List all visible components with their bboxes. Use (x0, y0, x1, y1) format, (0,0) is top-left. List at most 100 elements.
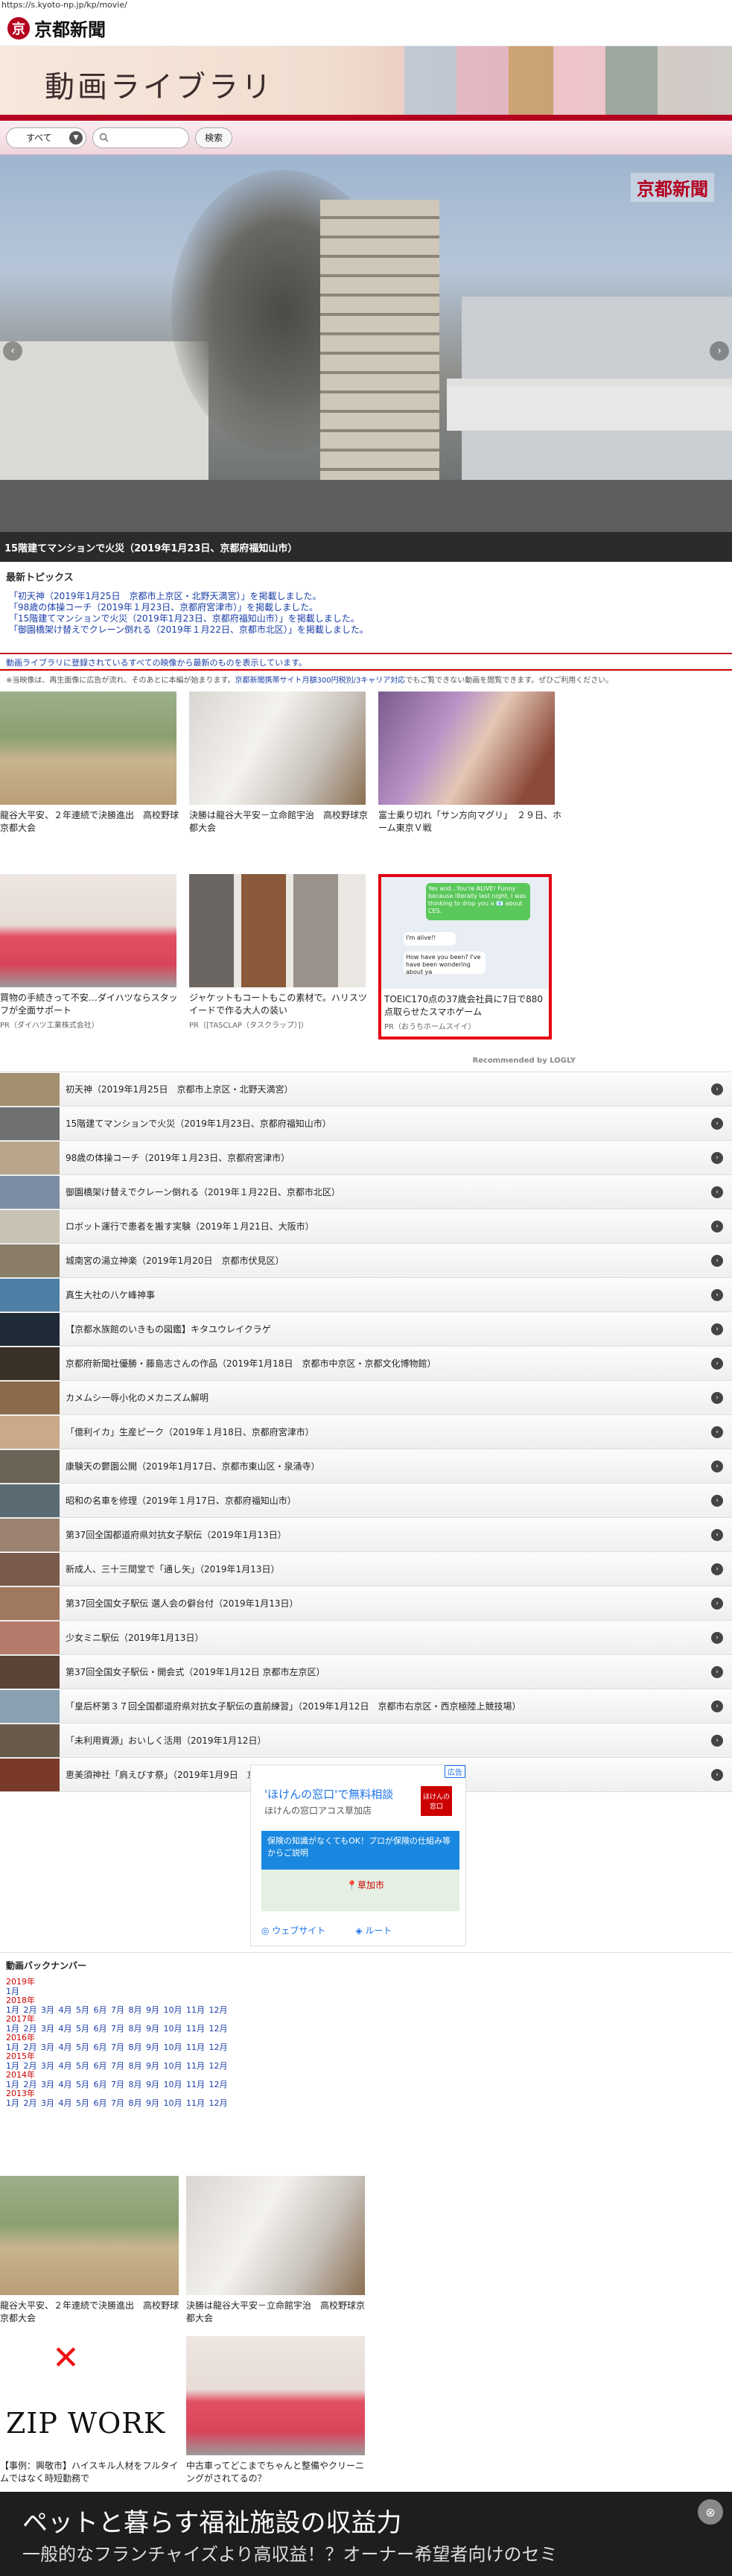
article-card[interactable]: 龍谷大平安、２年連続で決勝進出 高校野球京都大会 (0, 692, 188, 874)
hero-caption[interactable]: 15階建てマンションで火災（2019年1月23日、京都府福知山市） (0, 532, 732, 562)
video-title: 第37回全国女子駅伝 選人会の僻台付（2019年1月13日） (66, 1598, 299, 1609)
card-caption: 中古車ってどこまでちゃんと整備やクリーニングがされてるの？ (186, 2461, 365, 2484)
video-list-item[interactable]: 第37回全国都道府県対抗女子駅伝（2019年1月13日） › (0, 1518, 732, 1552)
month-links[interactable]: 1月 2月 3月 4月 5月 6月 7月 8月 9月 10月 11月 12月 (0, 2080, 732, 2089)
video-title: 京都府新聞社優勝・藤島志さんの作品（2019年1月18日 京都市中京区・京都文化… (66, 1358, 436, 1369)
mobile-site-link[interactable]: 京都新聞携帯サイト月額300円税別/3キャリア対応 (235, 677, 405, 685)
ad-website-link[interactable]: ◎ ウェブサイト (261, 1924, 325, 1937)
slider-prev-button[interactable]: ‹ (3, 341, 22, 361)
video-title: 城南宮の湯立神楽（2019年1月20日 京都市伏見区） (66, 1256, 284, 1266)
category-select-value: すべて (26, 133, 52, 143)
video-list-item[interactable]: 【京都水族館のいきもの図鑑】キタユウレイクラゲ › (0, 1312, 732, 1346)
year-label: 2017年 (6, 2014, 35, 2024)
ad-body[interactable]: 保険の知識がなくてもOK！プロが保険の仕組み等からご説明 (261, 1831, 459, 1870)
ad-actions: ◎ ウェブサイト ◈ ルート (261, 1918, 459, 1942)
video-title: 98歳の体操コーチ（2019年１月23日、京都府宮津市） (66, 1153, 290, 1163)
ad-logo[interactable]: ほけんの窓口 (421, 1786, 452, 1816)
topic-link[interactable]: 「御園橋架け替えでクレーン倒れる（2019年１月22日、京都市北区）」を掲載しま… (6, 624, 726, 636)
year-label: 2019年 (6, 1977, 35, 1987)
year-label: 2013年 (6, 2089, 35, 2098)
sponsored-card[interactable]: ジャケットもコートもこの素材で。ハリスツイードで作る大人の装い PR（[TASC… (189, 874, 378, 1057)
video-title: 御園橋架け替えでクレーン倒れる（2019年１月22日、京都市北区） (66, 1187, 340, 1197)
article-card[interactable]: 決勝は龍谷大平安－立命館宇治 高校野球京都大会 (189, 692, 378, 874)
brand-logo-icon[interactable]: 京 (7, 16, 30, 39)
map-pin-icon: 📍草加市 (346, 1880, 384, 1890)
video-title: 康験天の鬱園公開（2019年1月17日、京都市東山区・泉涌寺） (66, 1461, 320, 1472)
month-links[interactable]: 1月 (0, 1987, 732, 1996)
chevron-right-icon: › (711, 1734, 723, 1747)
video-list-item[interactable]: 第37回全国女子駅伝・開会式（2019年1月12日 京都市左京区） › (0, 1655, 732, 1689)
ad-notice-tail: でもご覧できない動画を閲覧できます。ぜひご利用ください。 (405, 677, 614, 685)
bottom-banner-ad[interactable]: ペットと暮らす福祉施設の収益力 一般的なフランチャイズより高収益！？オーナー希望… (0, 2492, 732, 2576)
ad-route-link[interactable]: ◈ ルート (355, 1924, 392, 1937)
video-list-item[interactable]: 昭和の名車を修理（2019年１月17日、京都府福知山市） › (0, 1484, 732, 1518)
card-thumbnail: ✕ ZIP WORK (0, 2336, 179, 2455)
video-list-item[interactable]: 康験天の鬱園公開（2019年1月17日、京都市東山区・泉涌寺） › (0, 1449, 732, 1484)
hero-slider[interactable]: 京都新聞 ‹ › 15階建てマンションで火災（2019年1月23日、京都府福知山… (0, 155, 732, 562)
ad-label[interactable]: 広告 (445, 1765, 465, 1778)
sponsored-card[interactable]: ✕ ZIP WORK 【事例：興敬市】ハイスキル人材をフルタイムではなく時短勤務… (0, 2336, 182, 2485)
slider-next-button[interactable]: › (710, 341, 729, 361)
video-list-item[interactable]: 第37回全国女子駅伝 選人会の僻台付（2019年1月13日） › (0, 1586, 732, 1621)
video-thumbnail (0, 1724, 60, 1757)
chevron-right-icon: › (711, 1083, 723, 1095)
month-links[interactable]: 1月 2月 3月 4月 5月 6月 7月 8月 9月 10月 11月 12月 (0, 2005, 732, 2015)
video-list-item[interactable]: 京都府新聞社優勝・藤島志さんの作品（2019年1月18日 京都市中京区・京都文化… (0, 1346, 732, 1381)
ad-subtitle: ほけんの窓口アコス草加店 (264, 1806, 372, 1816)
video-list-item[interactable]: 98歳の体操コーチ（2019年１月23日、京都府宮津市） › (0, 1141, 732, 1175)
topic-link[interactable]: 「初天神（2019年1月25日 京都市上京区・北野天満宮）」を掲載しました。 (6, 591, 726, 602)
card-caption: 決勝は龍谷大平安－立命館宇治 高校野球京都大会 (189, 810, 369, 833)
sponsored-card[interactable]: 中古車ってどこまでちゃんと整備やクリーニングがされてるの？ (186, 2336, 369, 2485)
video-title: カメムシ一辱小化のメカニズム解明 (66, 1393, 209, 1403)
video-list-item[interactable]: 新成人、三十三間堂で「通し矢」（2019年1月13日） › (0, 1552, 732, 1586)
section-title: 動画ライブラリ (45, 70, 274, 104)
search-box[interactable] (92, 127, 189, 148)
video-list-item[interactable]: 15階建てマンションで火災（2019年1月23日、京都府福知山市） › (0, 1107, 732, 1141)
video-title: 少女ミニ駅伝（2019年1月13日） (66, 1633, 204, 1643)
video-list-item[interactable]: 初天神（2019年1月25日 京都市上京区・北野天満宮） › (0, 1072, 732, 1107)
video-thumbnail (0, 1758, 60, 1791)
month-links[interactable]: 1月 2月 3月 4月 5月 6月 7月 8月 9月 10月 11月 12月 (0, 2042, 732, 2052)
card-caption: ジャケットもコートもこの素材で。ハリスツイードで作る大人の装い (189, 993, 367, 1016)
video-list-item[interactable]: 「皇后杯第３７回全国都道府県対抗女子駅伝の直前練習」（2019年1月12日 京都… (0, 1689, 732, 1724)
url-bar: https://s.kyoto-np.jp/kp/movie/ (1, 0, 127, 10)
ad-headline[interactable]: 'ほけんの窓口'で無料相談 (264, 1786, 393, 1802)
video-title: ロボット運行で患者を搬す実験（2019年１月21日、大阪市） (66, 1221, 314, 1232)
video-list-item[interactable]: 「未利用資源」おいしく活用（2019年1月12日） › (0, 1724, 732, 1758)
search-input[interactable] (112, 132, 186, 143)
article-card[interactable]: 富士乗り切れ「サン方向マグリ」 ２９日、ホーム東京Ｖ戦 (378, 692, 567, 874)
close-icon[interactable]: ⊗ (698, 2499, 723, 2525)
page: https://s.kyoto-np.jp/kp/movie/ 京 京都新聞 動… (0, 0, 732, 2576)
recommended-by[interactable]: Recommended by LOGLY (0, 1057, 732, 1072)
video-list: 初天神（2019年1月25日 京都市上京区・北野天満宮） › 15階建てマンション… (0, 1072, 732, 1792)
article-card[interactable]: 決勝は龍谷大平安－立命館宇治 高校野球京都大会 (186, 2176, 369, 2325)
video-list-item[interactable]: 御園橋架け替えでクレーン倒れる（2019年１月22日、京都市北区） › (0, 1175, 732, 1209)
topic-link[interactable]: 「15階建てマンションで火災（2019年1月23日、京都府福知山市）」を掲載しま… (6, 613, 726, 624)
video-list-item[interactable]: カメムシ一辱小化のメカニズム解明 › (0, 1381, 732, 1415)
recommended-grid: 龍谷大平安、２年連続で決勝進出 高校野球京都大会 決勝は龍谷大平安－立命館宇治 … (0, 692, 732, 1057)
video-list-item[interactable]: 少女ミニ駅伝（2019年1月13日） › (0, 1621, 732, 1655)
chevron-right-icon: › (711, 1254, 723, 1267)
article-card[interactable]: 龍谷大平安、２年連続で決勝進出 高校野球京都大会 (0, 2176, 182, 2325)
month-links[interactable]: 1月 2月 3月 4月 5月 6月 7月 8月 9月 10月 11月 12月 (0, 2098, 732, 2108)
sponsored-card[interactable]: 買物の手続きって不安…ダイハツならスタッフが全面サポート PR（ダイハツ工業株式… (0, 874, 188, 1057)
video-thumbnail (0, 1312, 60, 1346)
video-title: 昭和の名車を修理（2019年１月17日、京都府福知山市） (66, 1496, 296, 1506)
video-list-item[interactable]: ロボット運行で患者を搬す実験（2019年１月21日、大阪市） › (0, 1209, 732, 1244)
sponsored-card[interactable]: Yes and...You're ALIVE! Funny because li… (378, 874, 552, 1039)
google-ad[interactable]: 広告 'ほけんの窓口'で無料相談 ほけんの窓口アコス草加店 ほけんの窓口 保険の… (250, 1765, 466, 1946)
chevron-right-icon: › (711, 1563, 723, 1575)
video-list-item[interactable]: 真生大社の八ケ峰神事 › (0, 1278, 732, 1312)
month-links[interactable]: 1月 2月 3月 4月 5月 6月 7月 8月 9月 10月 11月 12月 (0, 2061, 732, 2071)
search-button[interactable]: 検索 (195, 127, 233, 148)
topic-link[interactable]: 「98歳の体操コーチ（2019年１月23日、京都府宮津市）」を掲載しました。 (6, 602, 726, 613)
video-list-item[interactable]: 城南宮の湯立神楽（2019年1月20日 京都市伏見区） › (0, 1244, 732, 1278)
video-thumbnail (0, 1278, 60, 1311)
video-list-item[interactable]: 「億利イカ」生産ピーク（2019年１月18日、京都府宮津市） › (0, 1415, 732, 1449)
video-title: 「億利イカ」生産ピーク（2019年１月18日、京都府宮津市） (66, 1427, 314, 1437)
chevron-right-icon: › (711, 1391, 723, 1404)
brand-name[interactable]: 京都新聞 (34, 15, 106, 41)
month-links[interactable]: 1月 2月 3月 4月 5月 6月 7月 8月 9月 10月 11月 12月 (0, 2024, 732, 2034)
category-select[interactable]: すべて ▼ (6, 127, 86, 148)
video-thumbnail (0, 1072, 60, 1106)
